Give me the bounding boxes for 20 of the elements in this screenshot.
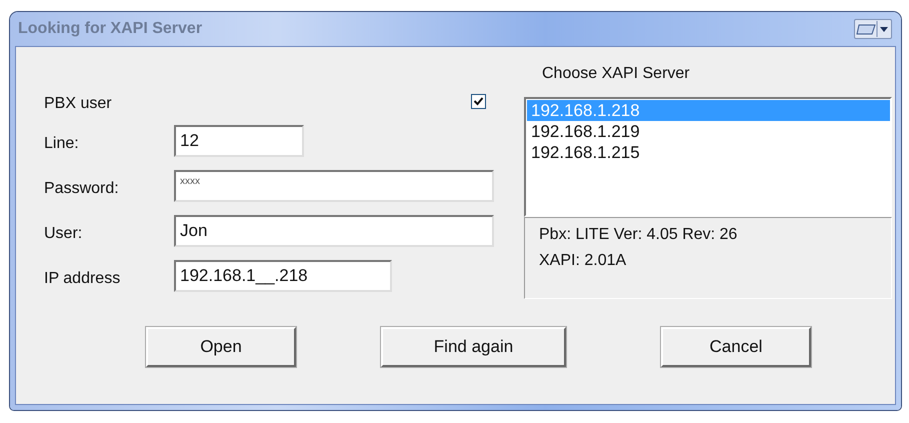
list-heading: Choose XAPI Server bbox=[541, 65, 691, 84]
dialog-button[interactable]: Cancel bbox=[661, 327, 811, 367]
server-item[interactable]: 192.168.1.219 bbox=[527, 121, 890, 142]
password-field[interactable]: xxxx bbox=[174, 170, 494, 202]
field-label: IP address bbox=[44, 270, 122, 288]
input-field[interactable]: 12 bbox=[174, 124, 304, 156]
window-title: Looking for XAPI Server bbox=[18, 20, 202, 38]
field-label: Password: bbox=[44, 180, 120, 198]
info-text: Pbx: LITE Ver: 4.05 Rev: 26 bbox=[539, 226, 738, 244]
dialog-button[interactable]: Open bbox=[146, 327, 296, 367]
dialog-button[interactable]: Find again bbox=[381, 327, 566, 367]
field-label: Line: bbox=[44, 134, 80, 152]
field-label: User: bbox=[44, 224, 84, 242]
server-item[interactable]: 192.168.1.215 bbox=[527, 142, 890, 163]
input-field[interactable]: 192.168.1__.218 bbox=[174, 260, 392, 292]
window-menu-button[interactable] bbox=[854, 19, 892, 39]
pbx-user-checkbox[interactable] bbox=[471, 94, 486, 108]
info-text: XAPI: 2.01A bbox=[539, 252, 628, 270]
input-field[interactable]: Jon bbox=[174, 214, 494, 246]
pbx-user-label: PBX user bbox=[44, 95, 112, 113]
